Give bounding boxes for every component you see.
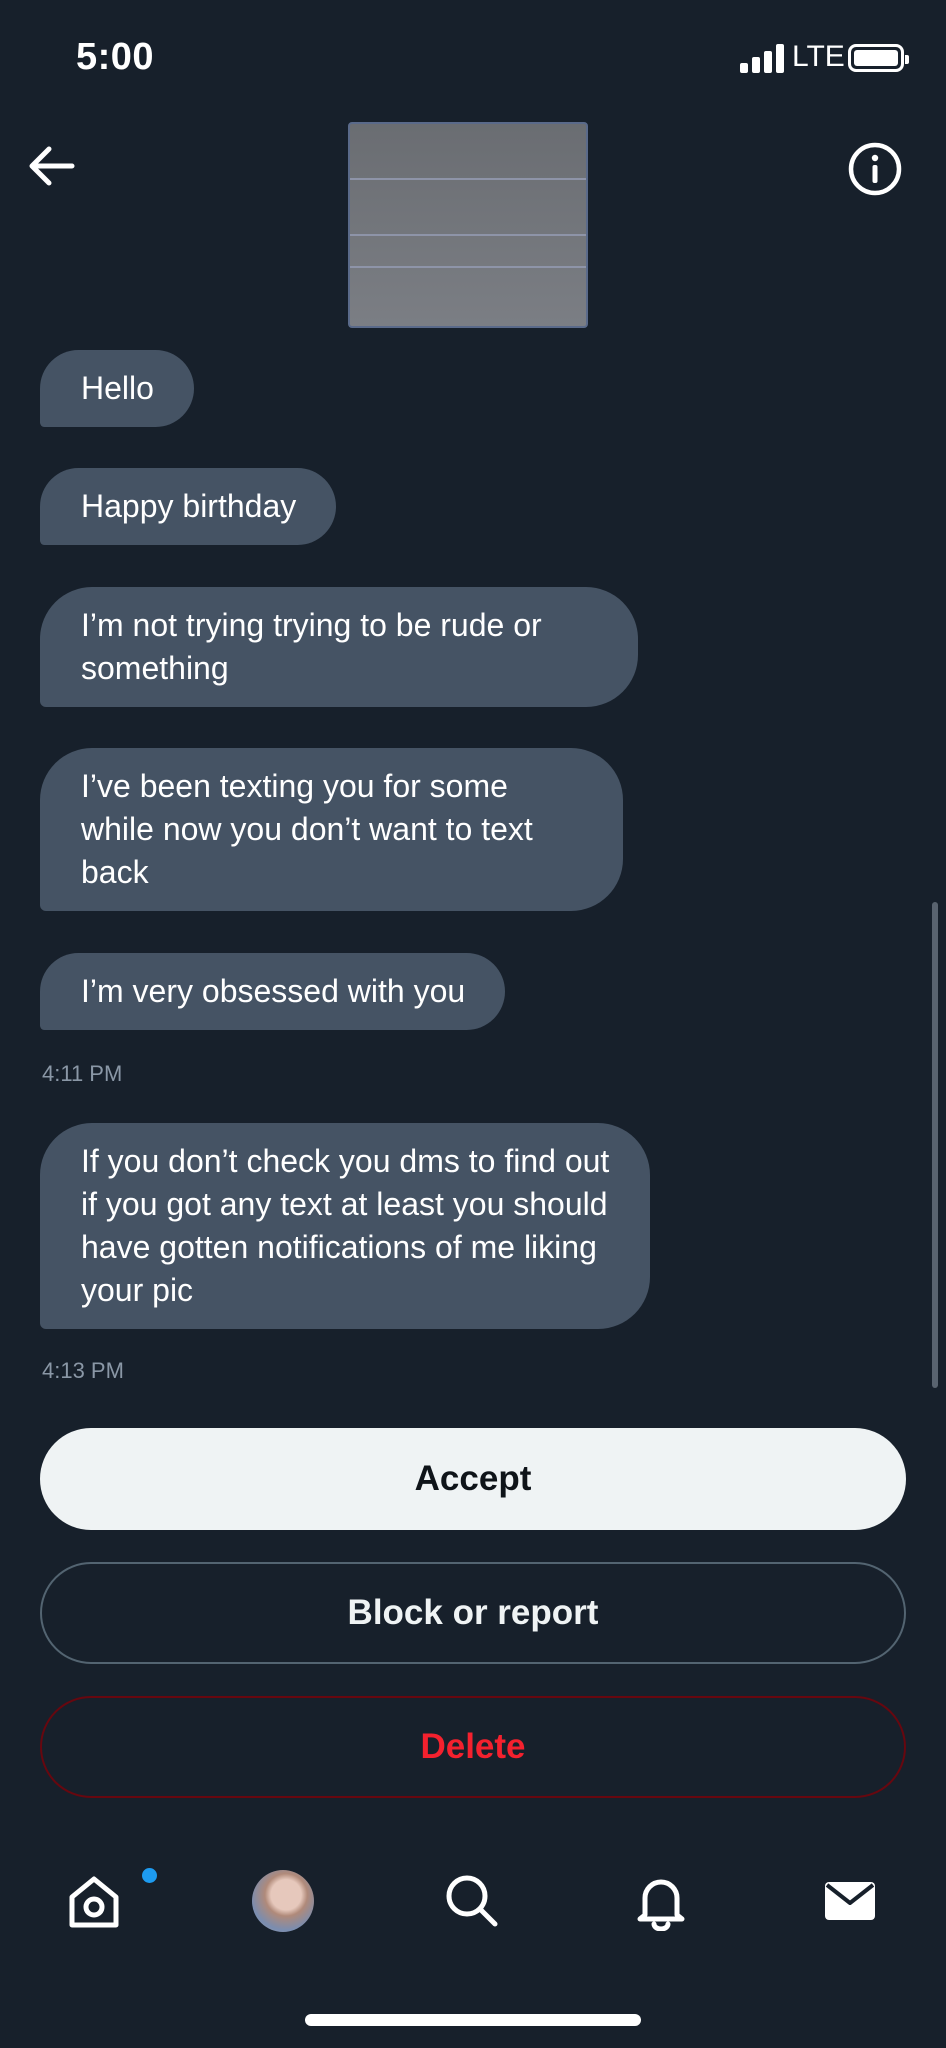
arrow-left-icon <box>29 146 75 186</box>
delete-button[interactable]: Delete <box>40 1696 906 1798</box>
status-bar: 5:00 LTE <box>0 0 946 118</box>
tab-notifications[interactable] <box>601 1836 721 1966</box>
search-icon <box>446 1875 498 1927</box>
message-bubble[interactable]: Hello <box>40 350 194 427</box>
mail-icon <box>825 1882 875 1920</box>
profile-avatar <box>252 1870 314 1932</box>
info-circle-icon <box>848 142 902 196</box>
bell-icon <box>637 1879 685 1931</box>
info-button[interactable] <box>846 140 904 198</box>
message-timestamp: 4:11 PM <box>42 1061 123 1086</box>
message-bubble[interactable]: I’ve been texting you for some while now… <box>40 748 623 911</box>
battery-icon <box>848 44 909 72</box>
message-bubble[interactable]: I’m very obsessed with you <box>40 953 506 1030</box>
message-bubble[interactable]: I’m not trying trying to be rude or some… <box>40 587 638 707</box>
tab-bar <box>0 1836 946 1966</box>
home-icon <box>69 1876 119 1928</box>
tab-search[interactable] <box>412 1836 532 1966</box>
home-indicator[interactable] <box>305 2014 641 2026</box>
tab-messages[interactable] <box>790 1836 910 1966</box>
tab-profile[interactable] <box>223 1836 343 1966</box>
block-or-report-button[interactable]: Block or report <box>40 1562 906 1664</box>
conversation-avatar <box>348 122 588 328</box>
message-timestamp: 4:13 PM <box>42 1358 124 1383</box>
notification-dot <box>142 1868 157 1883</box>
message-bubble[interactable]: If you don’t check you dms to find out i… <box>40 1123 650 1329</box>
message-bubble[interactable]: Happy birthday <box>40 468 337 545</box>
back-button[interactable] <box>22 136 82 196</box>
accept-button[interactable]: Accept <box>40 1428 906 1530</box>
status-time: 5:00 <box>76 36 155 78</box>
scrollbar[interactable] <box>932 902 938 1388</box>
tab-home[interactable] <box>34 1836 157 1966</box>
dm-request-screen: 5:00 LTE Hello Happy birthday I’m not tr… <box>0 0 946 2048</box>
signal-icon <box>740 43 784 73</box>
network-type: LTE <box>792 40 845 73</box>
